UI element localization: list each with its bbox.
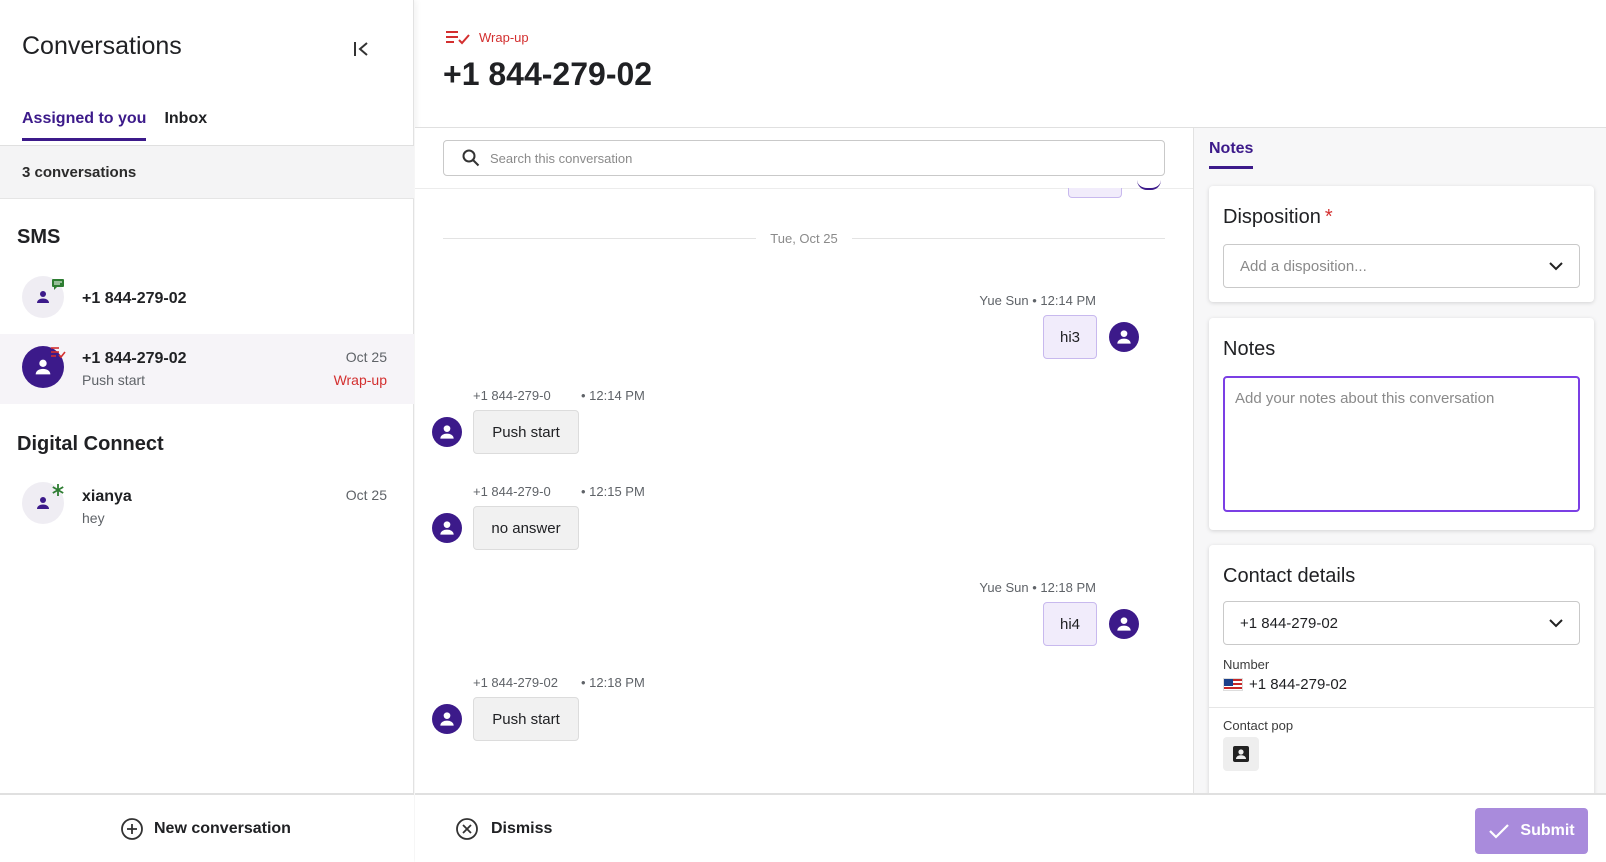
notes-textarea[interactable]	[1223, 376, 1580, 512]
search-icon	[462, 149, 480, 167]
disposition-placeholder: Add a disposition...	[1240, 257, 1367, 275]
person-icon	[440, 712, 454, 726]
number-value: +1 844-279-02	[1223, 676, 1347, 693]
tab-inbox[interactable]: Inbox	[164, 110, 207, 141]
disposition-title-text: Disposition	[1223, 206, 1321, 228]
page-title: +1 844-279-02	[443, 56, 653, 92]
avatar	[432, 513, 462, 543]
conversation-item[interactable]: +1 844-279-02	[0, 264, 414, 334]
message-meta: Yue Sun • 12:18 PM	[979, 580, 1096, 595]
contact-details-title: Contact details	[1223, 565, 1356, 587]
avatar	[1109, 322, 1139, 352]
action-bar: Dismiss Submit	[415, 793, 1606, 862]
avatar	[432, 417, 462, 447]
collapse-icon	[354, 42, 368, 56]
conversation-pane: Tue, Oct 25 Yue Sun • 12:14 PM hi3 +1 84…	[415, 128, 1193, 793]
person-icon	[1117, 330, 1131, 344]
message-sender: +1 844-279-0	[473, 388, 551, 403]
contact-pop-button[interactable]	[1223, 737, 1259, 771]
section-title-digital-connect: Digital Connect	[17, 433, 164, 455]
submit-label: Submit	[1520, 822, 1575, 839]
contact-details-card: Contact details +1 844-279-02 Number +1 …	[1209, 545, 1594, 793]
details-panel: Notes Disposition * Add a disposition... …	[1193, 128, 1606, 793]
conversation-preview: Push start	[82, 372, 146, 388]
number-label: Number	[1223, 657, 1270, 672]
close-circle-icon	[456, 818, 478, 840]
disposition-card: Disposition * Add a disposition...	[1209, 186, 1594, 302]
section-title-sms: SMS	[17, 226, 61, 248]
contact-card-icon	[1233, 746, 1249, 762]
message-time: • 12:18 PM	[581, 675, 645, 690]
sidebar-tabs: Assigned to you Inbox	[22, 110, 207, 141]
message-bubble-outgoing: hi4	[1043, 602, 1097, 646]
person-icon	[440, 521, 454, 535]
status-indicator: Wrap-up	[445, 28, 529, 46]
avatar	[1109, 609, 1139, 639]
message-bubble-incoming: Push start	[473, 410, 579, 454]
message-meta: Yue Sun • 12:14 PM	[979, 293, 1096, 308]
conversation-count: 3 conversations	[22, 164, 137, 181]
person-icon	[440, 425, 454, 439]
conversation-item-selected[interactable]: +1 844-279-02 Push start Oct 25 Wrap-up	[0, 334, 414, 404]
person-icon	[1117, 617, 1131, 631]
contact-divider	[1209, 707, 1594, 708]
conversation-preview: hey	[82, 510, 105, 526]
required-indicator: *	[1324, 206, 1333, 228]
search-box	[443, 140, 1165, 176]
sidebar-footer: New conversation	[0, 793, 414, 862]
wrap-up-icon	[446, 31, 470, 45]
partial-message-bubble	[1068, 188, 1122, 198]
conversation-date: Oct 25	[345, 487, 387, 503]
check-icon	[1489, 824, 1510, 839]
sidebar-title: Conversations	[22, 32, 182, 60]
message-bubble-incoming: no answer	[473, 506, 579, 550]
dismiss-label: Dismiss	[491, 820, 553, 837]
contact-pop-label: Contact pop	[1223, 718, 1294, 733]
submit-button[interactable]: Submit	[1475, 808, 1588, 854]
conversation-item[interactable]: xianya hey Oct 25	[0, 470, 414, 540]
notes-card: Notes	[1209, 318, 1594, 530]
status-badge: Wrap-up	[333, 372, 387, 388]
tab-notes[interactable]: Notes	[1209, 140, 1254, 169]
search-input[interactable]	[490, 150, 1130, 166]
conversation-count-bar: 3 conversations	[0, 146, 414, 199]
notes-title: Notes	[1223, 338, 1276, 360]
date-separator-label: Tue, Oct 25	[770, 230, 838, 246]
message-sender: +1 844-279-02	[473, 675, 558, 690]
date-separator: Tue, Oct 25	[443, 228, 1165, 248]
new-conversation-label: New conversation	[154, 820, 291, 837]
chevron-down-icon	[1549, 618, 1563, 627]
dismiss-button[interactable]: Dismiss	[455, 817, 552, 841]
add-circle-icon	[121, 818, 143, 840]
conversation-name: +1 844-279-02	[82, 350, 187, 367]
contact-selected-value: +1 844-279-02	[1240, 614, 1338, 632]
disposition-select[interactable]: Add a disposition...	[1223, 244, 1580, 288]
chat-icon	[50, 276, 66, 292]
conversations-sidebar: Conversations Assigned to you Inbox 3 co…	[0, 0, 414, 862]
wrap-up-icon	[50, 344, 66, 360]
asterisk-icon	[50, 482, 66, 498]
conversation-name: +1 844-279-02	[82, 290, 187, 307]
chevron-down-icon	[1549, 261, 1563, 270]
number-text: +1 844-279-02	[1249, 676, 1347, 693]
avatar	[432, 704, 462, 734]
message-time: • 12:15 PM	[581, 484, 645, 499]
contact-select[interactable]: +1 844-279-02	[1223, 601, 1580, 645]
new-conversation-button[interactable]: New conversation	[120, 817, 291, 841]
us-flag-icon	[1223, 678, 1243, 691]
conversation-date: Oct 25	[345, 349, 387, 365]
collapse-sidebar-button[interactable]	[346, 34, 378, 64]
tab-assigned-to-you[interactable]: Assigned to you	[22, 110, 147, 141]
status-label: Wrap-up	[479, 29, 529, 45]
message-sender: +1 844-279-0	[473, 484, 551, 499]
message-time: • 12:14 PM	[581, 388, 645, 403]
message-bubble-outgoing: hi3	[1043, 315, 1097, 359]
disposition-title: Disposition *	[1223, 206, 1333, 229]
conversation-name: xianya	[82, 488, 132, 505]
conversation-header: Wrap-up +1 844-279-02	[415, 0, 1606, 128]
message-bubble-incoming: Push start	[473, 697, 579, 741]
